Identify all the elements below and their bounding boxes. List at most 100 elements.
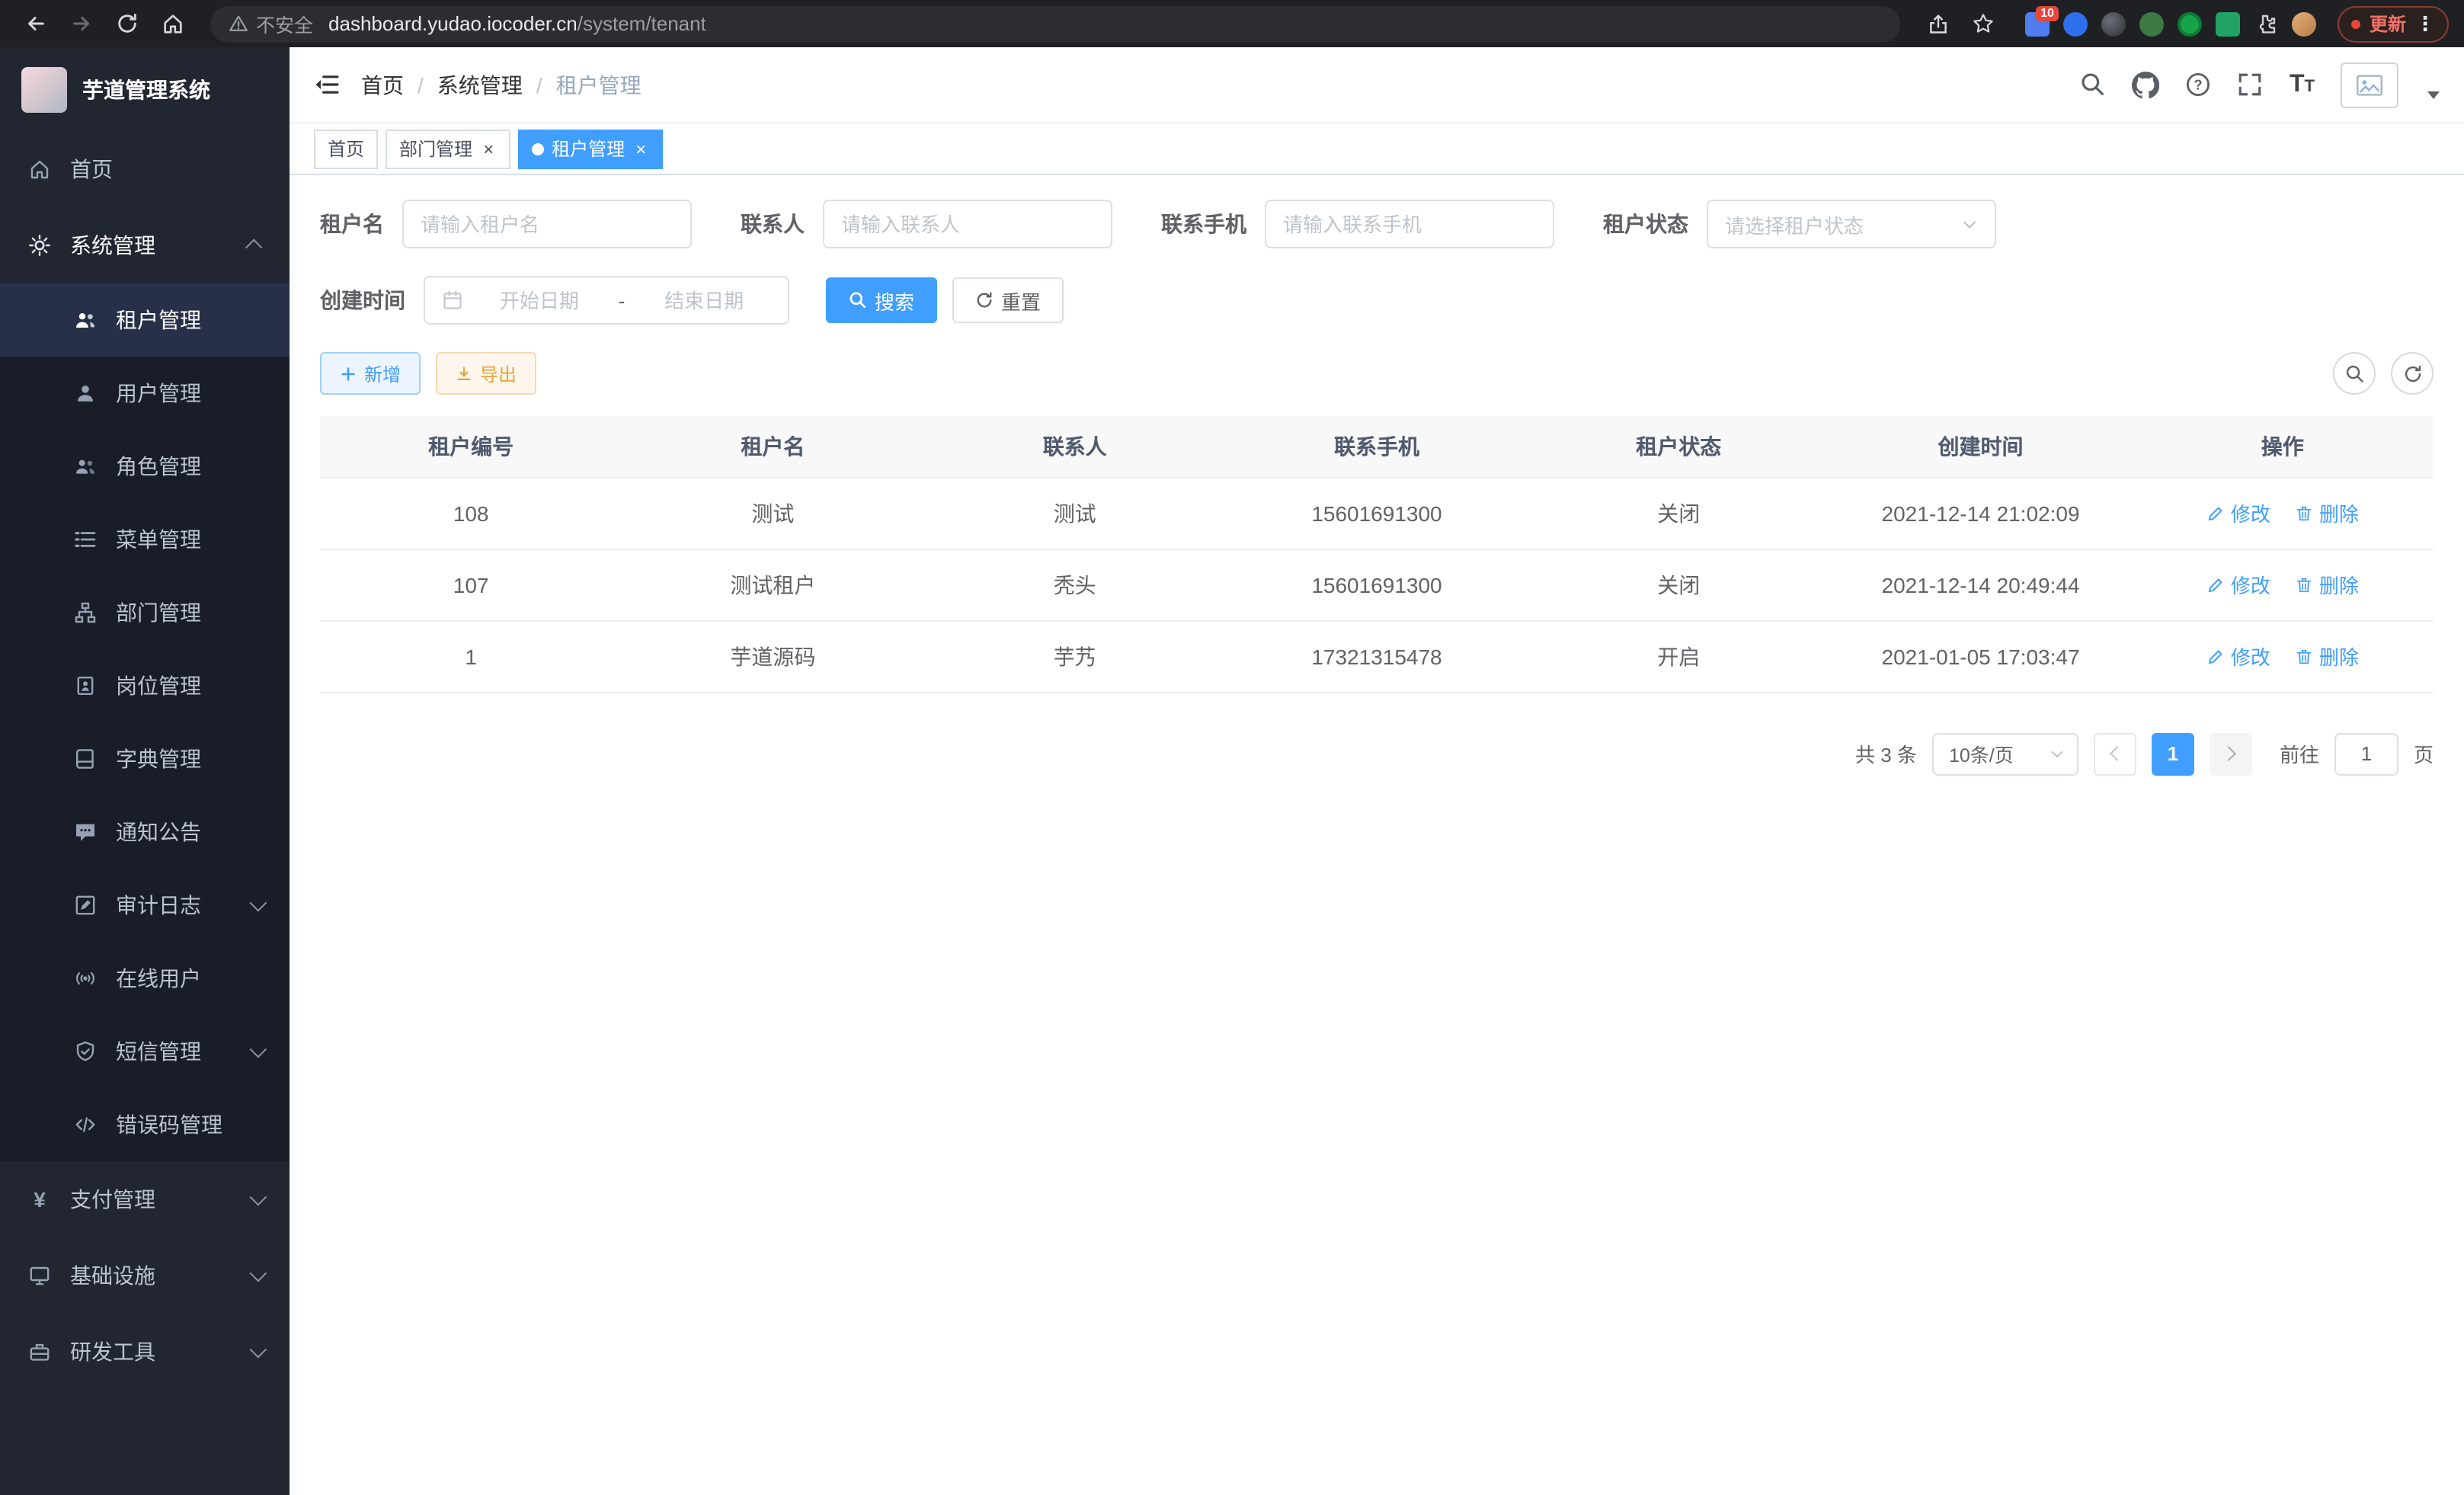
delete-row-button[interactable]: 删除 — [2295, 642, 2359, 671]
delete-row-button[interactable]: 删除 — [2295, 570, 2359, 599]
user-avatar[interactable] — [2341, 62, 2398, 107]
sidebar-item-post-management[interactable]: 岗位管理 — [0, 649, 290, 722]
date-end-input[interactable] — [637, 289, 771, 312]
sidebar-item-label: 研发工具 — [70, 1337, 155, 1367]
extension-icon-3[interactable] — [2101, 11, 2126, 36]
tenant-name-input[interactable] — [421, 213, 674, 235]
tab-label: 部门管理 — [399, 136, 472, 162]
gear-icon — [27, 235, 52, 256]
fullscreen-icon[interactable] — [2238, 72, 2264, 98]
tab-close-icon[interactable]: × — [632, 138, 649, 159]
share-icon[interactable] — [1918, 4, 1958, 43]
github-icon[interactable] — [2133, 71, 2160, 98]
phone-input[interactable] — [1283, 213, 1536, 235]
bookmark-star-icon[interactable] — [1964, 4, 2004, 43]
sidebar-item-audit-log[interactable]: 审计日志 — [0, 869, 290, 942]
status-select[interactable]: 请选择租户状态 — [1707, 200, 1996, 248]
tab-dept-management[interactable]: 部门管理 × — [386, 129, 510, 168]
profile-avatar-icon[interactable] — [2292, 11, 2316, 36]
edit-row-button[interactable]: 修改 — [2206, 642, 2270, 671]
date-range-picker[interactable]: - — [424, 276, 789, 325]
extension-icon-2[interactable] — [2063, 11, 2088, 36]
tags-view-bar: 首页 部门管理 × 租户管理 × — [290, 123, 2464, 175]
sidebar-item-user-management[interactable]: 用户管理 — [0, 357, 290, 430]
sidebar-item-payment-management[interactable]: ¥ 支付管理 — [0, 1161, 290, 1237]
status-select-placeholder: 请选择租户状态 — [1725, 210, 1864, 238]
sidebar-item-infrastructure[interactable]: 基础设施 — [0, 1237, 290, 1314]
contact-input[interactable] — [841, 213, 1094, 235]
extension-icon-1[interactable]: 10 — [2025, 11, 2050, 36]
col-status: 租户状态 — [1528, 416, 1829, 477]
sidebar-logo[interactable]: 芋道管理系统 — [0, 47, 290, 131]
address-bar[interactable]: 不安全 dashboard.yudao.iocoder.cn/system/te… — [210, 5, 1900, 42]
search-button[interactable]: 搜索 — [826, 277, 937, 323]
delete-row-button[interactable]: 删除 — [2295, 498, 2359, 527]
org-tree-icon — [73, 602, 98, 623]
extension-icon-5[interactable] — [2178, 11, 2202, 36]
logo-title: 芋道管理系统 — [82, 74, 210, 104]
browser-forward-icon[interactable] — [61, 4, 101, 43]
url-host: dashboard.yudao.iocoder.cn — [328, 12, 578, 35]
sidebar-item-notice[interactable]: 通知公告 — [0, 796, 290, 869]
breadcrumb-item-system[interactable]: 系统管理 — [437, 69, 523, 100]
chevron-up-icon — [245, 239, 263, 257]
sidebar-item-dept-management[interactable]: 部门管理 — [0, 576, 290, 649]
sidebar-item-label: 基础设施 — [70, 1260, 155, 1291]
cell-status: 关闭 — [1528, 549, 1829, 620]
table-header-row: 租户编号 租户名 联系人 联系手机 租户状态 创建时间 操作 — [320, 416, 2434, 477]
font-size-icon[interactable]: TT — [2290, 71, 2315, 98]
sidebar-item-online-users[interactable]: 在线用户 — [0, 942, 290, 1015]
sidebar-item-home[interactable]: 首页 — [0, 131, 290, 207]
browser-back-icon[interactable] — [15, 4, 55, 43]
add-button-label: 新增 — [364, 360, 401, 386]
page-size-select[interactable]: 10条/页 — [1932, 732, 2078, 775]
add-button[interactable]: 新增 — [320, 352, 421, 395]
next-page-button[interactable] — [2210, 732, 2252, 775]
table-row: 107 测试租户 秃头 15601691300 关闭 2021-12-14 20… — [320, 549, 2434, 620]
sidebar-item-label: 短信管理 — [116, 1036, 201, 1067]
refresh-table-icon-button[interactable] — [2391, 352, 2434, 395]
browser-home-icon[interactable] — [152, 4, 192, 43]
sidebar-item-dev-tools[interactable]: 研发工具 — [0, 1314, 290, 1390]
browser-refresh-icon[interactable] — [107, 4, 146, 43]
cell-contact: 测试 — [924, 477, 1226, 549]
help-icon[interactable]: ? — [2186, 72, 2212, 98]
extension-icon-6[interactable] — [2216, 11, 2240, 36]
sidebar-item-tenant-management[interactable]: 租户管理 — [0, 283, 290, 357]
goto-page-input[interactable] — [2334, 732, 2398, 775]
tab-tenant-management[interactable]: 租户管理 × — [518, 129, 663, 168]
prev-page-button[interactable] — [2094, 732, 2136, 775]
edit-row-button[interactable]: 修改 — [2206, 498, 2270, 527]
tab-close-icon[interactable]: × — [480, 138, 497, 159]
header-search-icon[interactable] — [2081, 72, 2107, 98]
tab-home[interactable]: 首页 — [314, 129, 378, 168]
page-number-1[interactable]: 1 — [2152, 732, 2194, 775]
sidebar-item-menu-management[interactable]: 菜单管理 — [0, 503, 290, 576]
export-button[interactable]: 导出 — [436, 352, 536, 395]
extension-badge: 10 — [2036, 5, 2059, 21]
security-status[interactable]: 不安全 — [229, 9, 313, 38]
browser-update-button[interactable]: 更新 ⋮ — [2338, 5, 2449, 42]
filter-phone: 联系手机 — [1161, 200, 1554, 248]
extension-icon-4[interactable] — [2139, 11, 2164, 36]
cell-tenant-id: 1 — [320, 620, 622, 692]
yen-icon: ¥ — [27, 1187, 52, 1212]
sidebar-item-role-management[interactable]: 角色管理 — [0, 430, 290, 503]
extensions-puzzle-icon[interactable] — [2254, 11, 2278, 36]
date-start-input[interactable] — [472, 289, 606, 312]
sidebar-item-system-management[interactable]: 系统管理 — [0, 207, 290, 283]
reset-button[interactable]: 重置 — [952, 277, 1064, 323]
cell-tenant-id: 108 — [320, 477, 622, 549]
edit-row-button[interactable]: 修改 — [2206, 570, 2270, 599]
sidebar-item-sms-management[interactable]: 短信管理 — [0, 1015, 290, 1088]
sidebar-item-label: 支付管理 — [70, 1184, 155, 1215]
toggle-search-icon-button[interactable] — [2333, 352, 2376, 395]
sidebar-collapse-icon[interactable] — [314, 72, 340, 98]
avatar-dropdown-caret-icon[interactable] — [2427, 91, 2440, 99]
sidebar-item-label: 首页 — [70, 154, 113, 184]
sidebar-item-error-code[interactable]: 错误码管理 — [0, 1088, 290, 1161]
breadcrumb-item-home[interactable]: 首页 — [361, 69, 404, 100]
sidebar-item-label: 在线用户 — [116, 963, 201, 994]
sidebar-item-dict-management[interactable]: 字典管理 — [0, 722, 290, 796]
browser-menu-icon[interactable]: ⋮ — [2415, 11, 2435, 36]
